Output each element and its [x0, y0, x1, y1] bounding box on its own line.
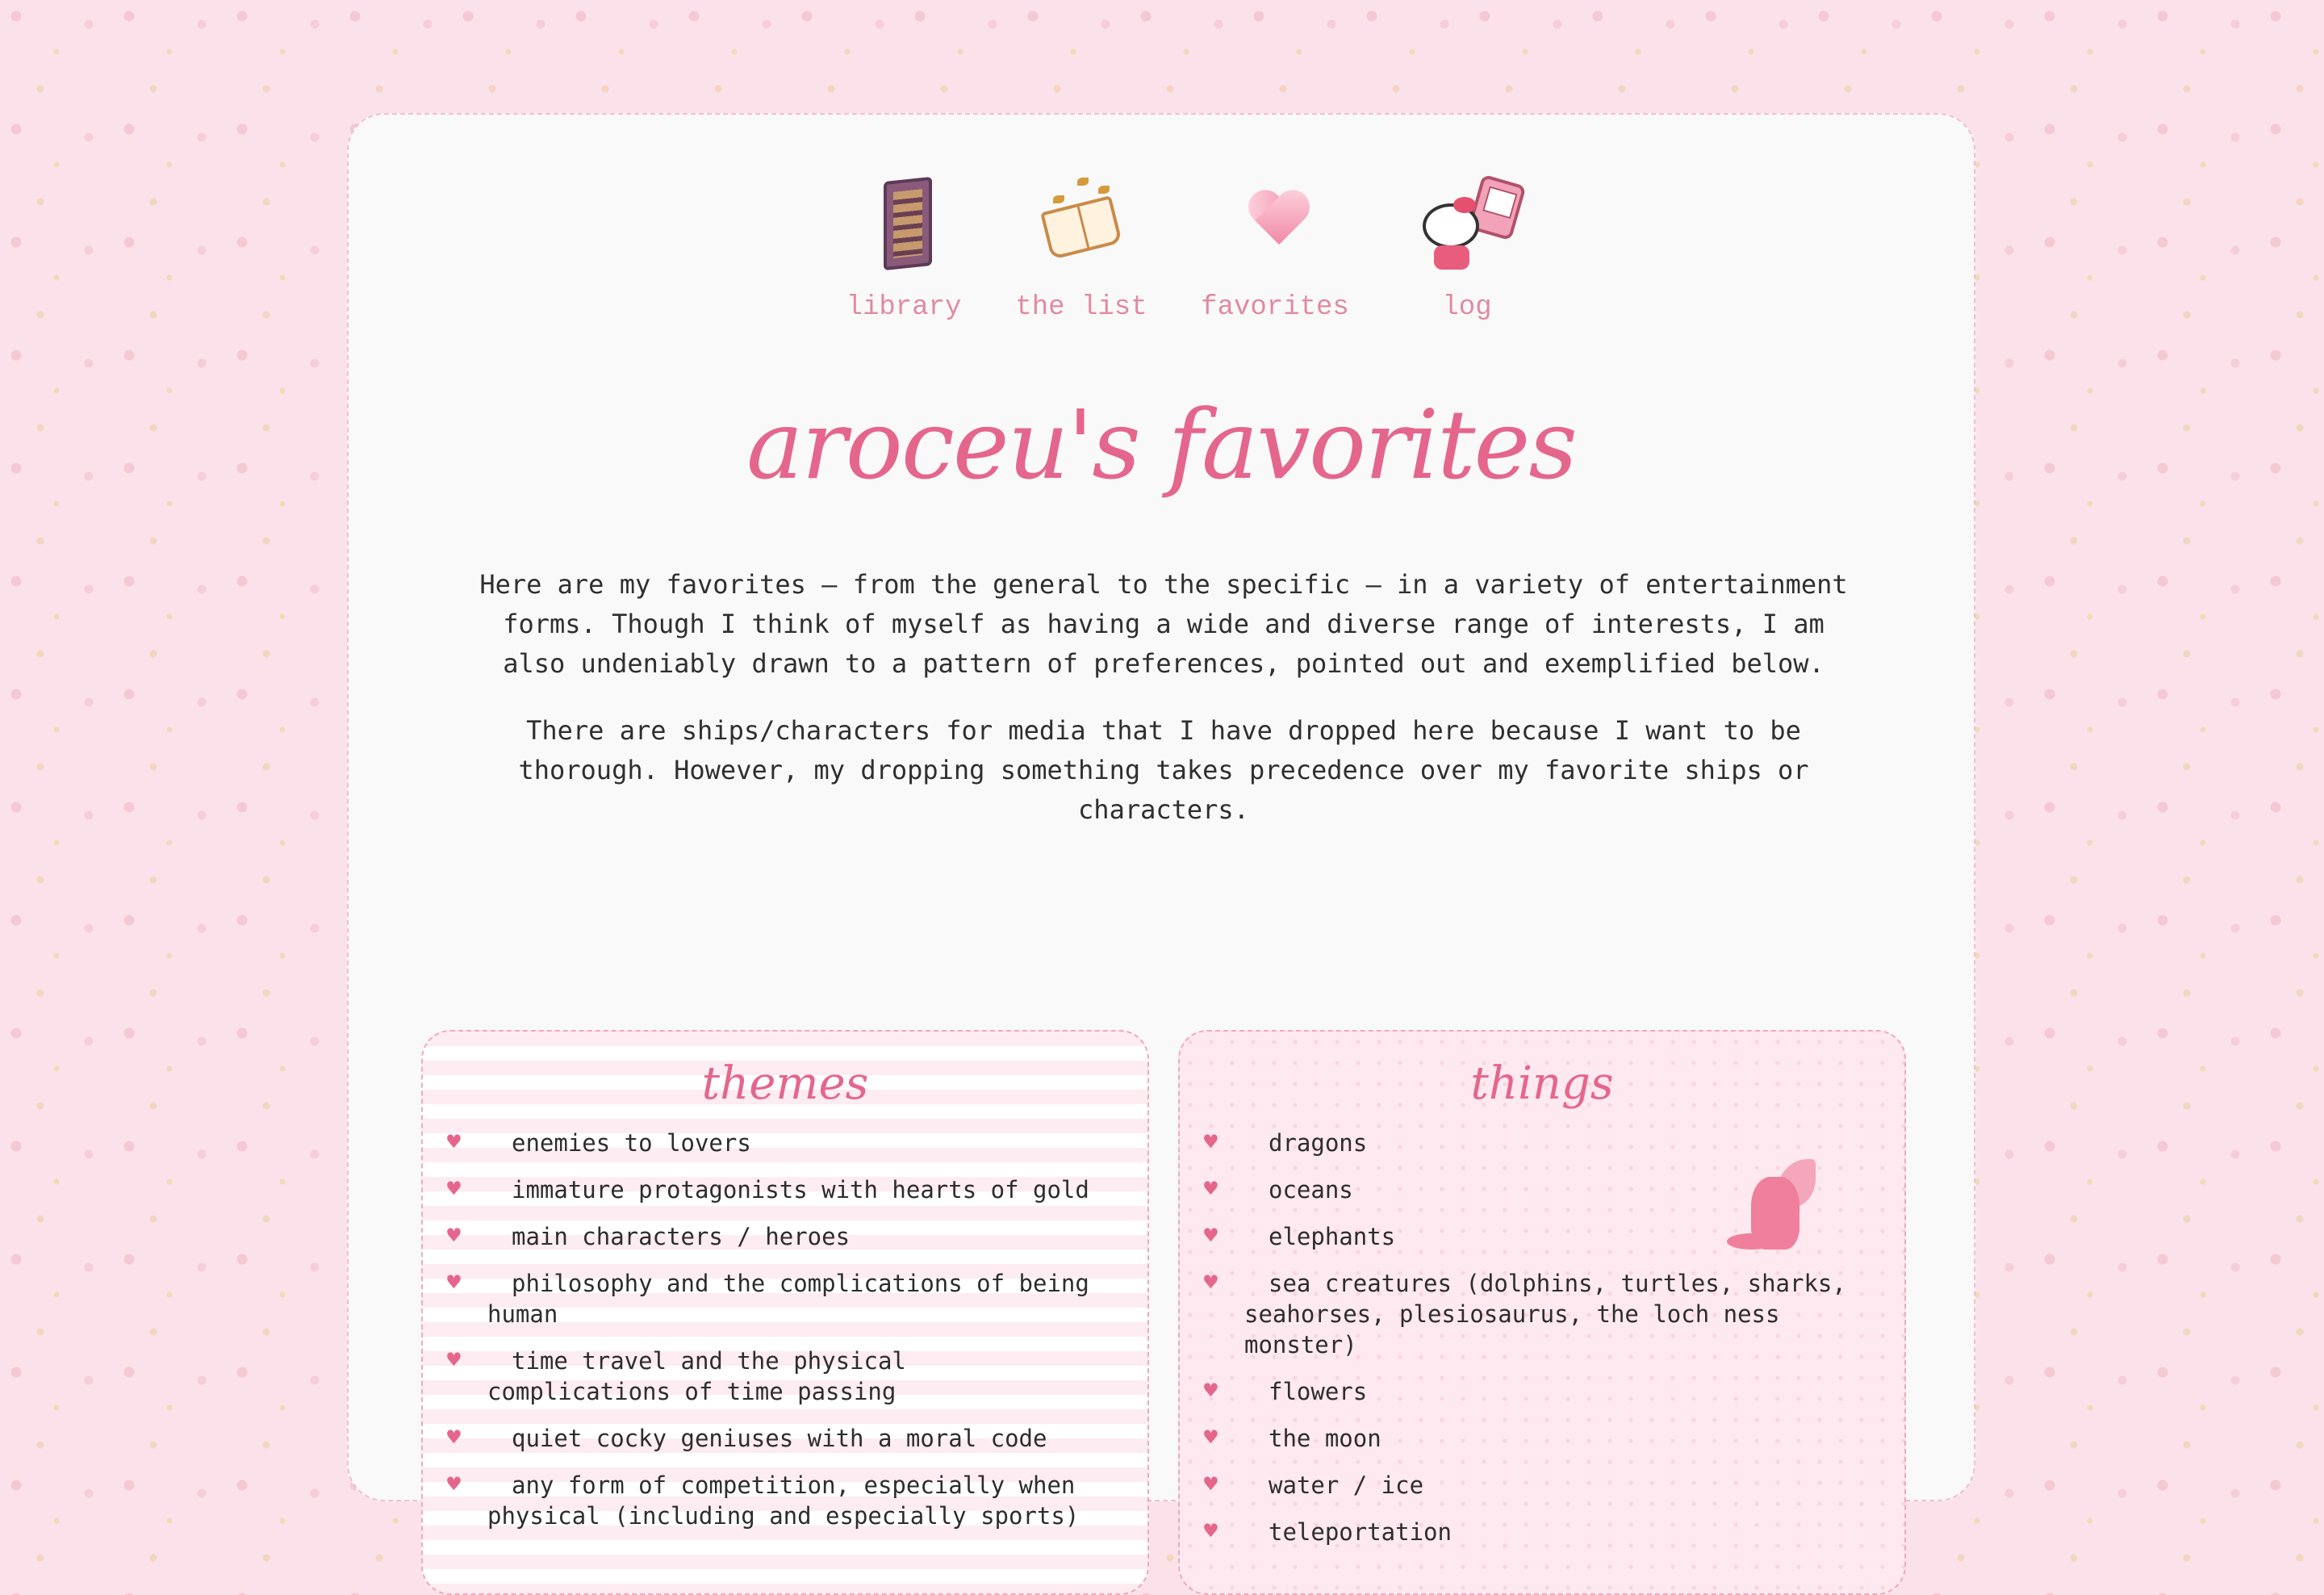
heart-bullet-icon: ♥ [447, 1175, 461, 1202]
list-item: ♥ water / ice [1204, 1471, 1424, 1499]
themes-list: ♥ enemies to lovers ♥ immature protagonist… [423, 1128, 1147, 1531]
hello-kitty-gameboy-icon [1415, 171, 1527, 276]
heart-bullet-icon: ♥ [1204, 1222, 1218, 1249]
heart-bullet-icon: ♥ [1204, 1424, 1218, 1451]
intro-paragraph-2: There are ships/characters for media tha… [518, 715, 1809, 825]
nav-item-library[interactable]: library [823, 171, 984, 323]
nav-item-the-list[interactable]: the list [1001, 171, 1162, 323]
list-item: ♥ dragons [1204, 1128, 1368, 1157]
themes-card: themes ♥ enemies to lovers ♥ immature prot… [421, 1030, 1149, 1595]
list-item: ♥ oceans [1204, 1175, 1353, 1204]
list-item: ♥ elephants [1204, 1222, 1396, 1250]
heart-bullet-icon: ♥ [1204, 1377, 1218, 1404]
nav-label-favorites: favorites [1201, 292, 1349, 323]
list-item: ♥ enemies to lovers [447, 1128, 751, 1157]
intro-paragraph-1: Here are my favorites — from the general… [479, 569, 1848, 679]
list-item: ♥ main characters / heroes [447, 1222, 851, 1250]
top-nav: library the list favorites log [349, 171, 1974, 333]
list-item: ♥ the moon [1204, 1424, 1381, 1452]
things-list: ♥ dragons ♥ oceans ♥ elephants ♥ sea creatur… [1180, 1128, 1904, 1547]
open-book-icon [1029, 171, 1134, 276]
things-card: things ♥ dragons ♥ oceans ♥ elephants ♥ sea … [1178, 1030, 1906, 1595]
heart-bullet-icon: ♥ [447, 1346, 461, 1373]
list-item: ♥ teleportation [1204, 1518, 1452, 1546]
main-panel: library the list favorites log aroceu's … [347, 113, 1975, 1595]
themes-title: themes [701, 1057, 869, 1110]
heart-icon [1223, 171, 1327, 276]
list-item: ♥ time travel and the physical complicati… [447, 1346, 906, 1405]
intro-text: Here are my favorites — from the general… [478, 565, 1850, 857]
list-item: ♥ philosophy and the complications of bei… [447, 1269, 1089, 1328]
nav-item-favorites[interactable]: favorites [1194, 171, 1356, 323]
heart-bullet-icon: ♥ [1204, 1518, 1218, 1544]
heart-bullet-icon: ♥ [447, 1471, 461, 1497]
things-title: things [1470, 1057, 1614, 1110]
list-item: ♥ quiet cocky geniuses with a moral code [447, 1424, 1047, 1452]
heart-bullet-icon: ♥ [447, 1424, 461, 1451]
heart-bullet-icon: ♥ [447, 1128, 461, 1155]
list-item: ♥ sea creatures (dolphins, turtles, shark… [1204, 1269, 1846, 1358]
heart-bullet-icon: ♥ [1204, 1175, 1218, 1202]
nav-label-library: library [846, 292, 962, 323]
heart-bullet-icon: ♥ [1204, 1269, 1218, 1296]
page-title: aroceu's favorites [746, 389, 1578, 500]
heart-bullet-icon: ♥ [1204, 1128, 1218, 1155]
heart-bullet-icon: ♥ [1204, 1471, 1218, 1497]
bookshelf-icon [851, 171, 956, 276]
heart-bullet-icon: ♥ [447, 1222, 461, 1249]
list-item: ♥ any form of competition, especially whe… [447, 1471, 1080, 1530]
nav-item-log[interactable]: log [1386, 171, 1548, 323]
nav-label-the-list: the list [1015, 292, 1147, 323]
list-item: ♥ flowers [1204, 1377, 1368, 1405]
heart-bullet-icon: ♥ [447, 1269, 461, 1296]
nav-label-log: log [1442, 292, 1492, 323]
list-item: ♥ immature protagonists with hearts of go… [447, 1175, 1089, 1204]
